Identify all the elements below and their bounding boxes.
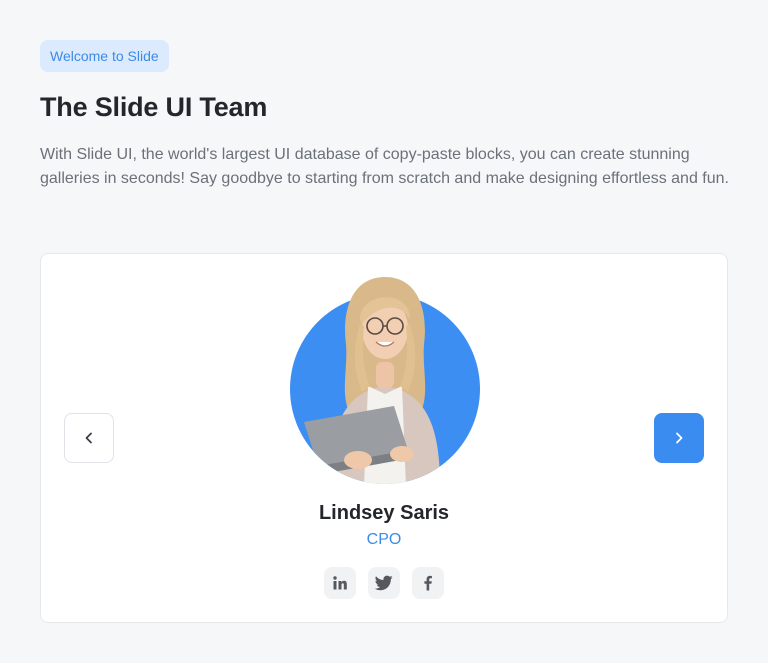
linkedin-icon (333, 576, 347, 590)
linkedin-button[interactable] (324, 567, 356, 599)
page: Welcome to Slide The Slide UI Team With … (0, 0, 768, 663)
page-title: The Slide UI Team (40, 92, 268, 122)
team-carousel-card: Lindsey Saris CPO (40, 253, 728, 623)
twitter-icon (375, 575, 393, 591)
next-button[interactable] (654, 413, 704, 463)
chevron-left-icon (85, 432, 92, 444)
facebook-icon (424, 575, 432, 591)
member-name: Lindsey Saris (318, 502, 450, 524)
page-description: With Slide UI, the world's largest UI da… (40, 146, 729, 187)
twitter-button[interactable] (368, 567, 400, 599)
social-links (324, 567, 444, 599)
facebook-button[interactable] (412, 567, 444, 599)
previous-button[interactable] (64, 413, 114, 463)
welcome-badge: Welcome to Slide (40, 40, 169, 72)
member-avatar (290, 274, 480, 486)
chevron-right-icon (676, 432, 683, 444)
member-role: CPO (366, 531, 402, 548)
